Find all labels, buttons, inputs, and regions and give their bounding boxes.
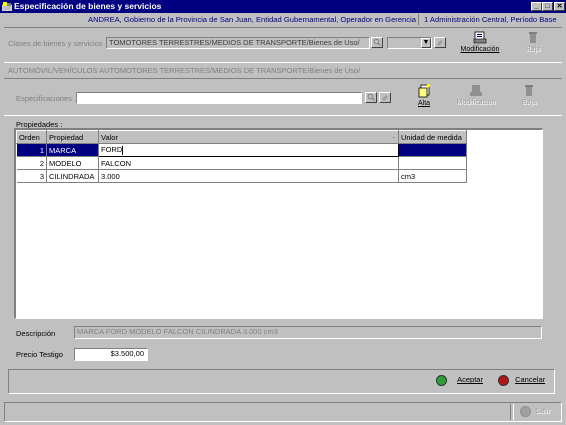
clases-modificacion-button[interactable]: Modificación xyxy=(456,31,504,53)
maximize-button[interactable]: □ xyxy=(542,2,553,11)
cell-propiedad: CILINDRADA xyxy=(46,169,99,183)
clases-clear-button[interactable] xyxy=(434,37,446,48)
cell-propiedad: MODELO xyxy=(46,156,99,170)
precio-input[interactable]: $3.500,00 xyxy=(74,348,148,361)
especificaciones-clear-button[interactable] xyxy=(379,92,391,103)
cell-unidad[interactable] xyxy=(398,143,467,157)
eraser-icon xyxy=(437,40,443,46)
user-context: ANDREA, Gobierno de la Provincia de San … xyxy=(88,15,416,24)
cell-valor[interactable]: 3.000 xyxy=(98,169,399,183)
cancelar-button[interactable]: Cancelar xyxy=(498,375,545,386)
divider xyxy=(513,404,514,420)
trash-icon xyxy=(529,32,537,43)
clases-baja-button[interactable]: Baja xyxy=(518,31,548,53)
chevron-down-icon[interactable]: ▼ xyxy=(421,38,431,48)
search-icon xyxy=(373,38,381,46)
divider xyxy=(510,404,511,420)
descripcion-label: Descripción xyxy=(16,329,56,338)
cell-unidad[interactable] xyxy=(398,156,467,170)
salir-button[interactable]: Salir xyxy=(520,406,550,417)
trash-icon xyxy=(525,85,533,96)
especificaciones-input[interactable] xyxy=(76,92,362,104)
title-bar[interactable]: Especificación de bienes y servicios _ □… xyxy=(0,0,566,13)
especificaciones-modificacion-button[interactable]: Modificación xyxy=(452,84,500,106)
descripcion-field: MARCA FORD MODELO FALCON CILINDRADA 3.00… xyxy=(74,326,542,339)
table-header-row: Orden Propiedad Valor . Unidad de medida xyxy=(16,130,467,144)
exit-circle-icon xyxy=(520,406,531,417)
window-title: Especificación de bienes y servicios xyxy=(14,1,162,11)
cell-propiedad: MARCA xyxy=(46,143,99,157)
aceptar-button[interactable]: Aceptar xyxy=(436,375,483,386)
propiedades-grid[interactable]: Orden Propiedad Valor . Unidad de medida… xyxy=(14,128,543,319)
new-document-icon xyxy=(418,84,430,98)
cell-orden: 3 xyxy=(16,169,47,183)
cell-orden: 2 xyxy=(16,156,47,170)
column-unidad[interactable]: Unidad de medida xyxy=(398,130,467,144)
column-propiedad[interactable]: Propiedad xyxy=(46,130,99,144)
clases-input[interactable]: TOMOTORES TERRESTRES/MEDIOS DE TRANSPORT… xyxy=(106,37,370,49)
cancel-circle-icon xyxy=(498,375,509,386)
especificaciones-alta-button[interactable]: Alta xyxy=(410,84,438,107)
app-icon xyxy=(2,2,12,11)
cell-unidad[interactable]: cm3 xyxy=(398,169,467,183)
clases-label: Clases de bienes y servicios xyxy=(8,39,103,48)
cell-orden: 1 xyxy=(16,143,47,157)
user-context-bar: ANDREA, Gobierno de la Provincia de San … xyxy=(0,14,566,25)
especificaciones-search-button[interactable] xyxy=(365,92,377,103)
modify-icon xyxy=(473,31,487,44)
cell-valor[interactable]: FALCON xyxy=(98,156,399,170)
column-orden[interactable]: Orden xyxy=(16,130,47,144)
minimize-button[interactable]: _ xyxy=(531,2,542,11)
text-cursor xyxy=(122,145,124,155)
table-row[interactable]: 2 MODELO FALCON xyxy=(16,156,467,170)
modify-icon xyxy=(470,85,482,96)
check-circle-icon xyxy=(436,375,447,386)
table-row[interactable]: 1 MARCA FORD xyxy=(16,143,467,157)
especificaciones-baja-button[interactable]: Baja xyxy=(514,84,544,106)
search-icon xyxy=(367,93,375,101)
clases-search-button[interactable] xyxy=(371,37,383,48)
resize-dots: . xyxy=(392,131,395,140)
close-button[interactable]: ✕ xyxy=(554,2,565,11)
period-context: 1 Administración Central, Período Base xyxy=(424,15,557,24)
eraser-icon xyxy=(382,95,388,101)
precio-label: Precio Testigo xyxy=(16,350,63,359)
bottom-bar xyxy=(4,402,562,422)
especificaciones-label: Especificaciones xyxy=(16,94,72,103)
class-path: AUTOMÓVIL/VEHÍCULOS AUTOMOTORES TERRESTR… xyxy=(8,66,361,75)
cell-valor-editing[interactable]: FORD xyxy=(98,143,399,157)
propiedades-table: Orden Propiedad Valor . Unidad de medida… xyxy=(16,130,467,183)
column-valor[interactable]: Valor . xyxy=(98,130,399,144)
table-row[interactable]: 3 CILINDRADA 3.000 cm3 xyxy=(16,169,467,183)
divider xyxy=(418,14,419,25)
